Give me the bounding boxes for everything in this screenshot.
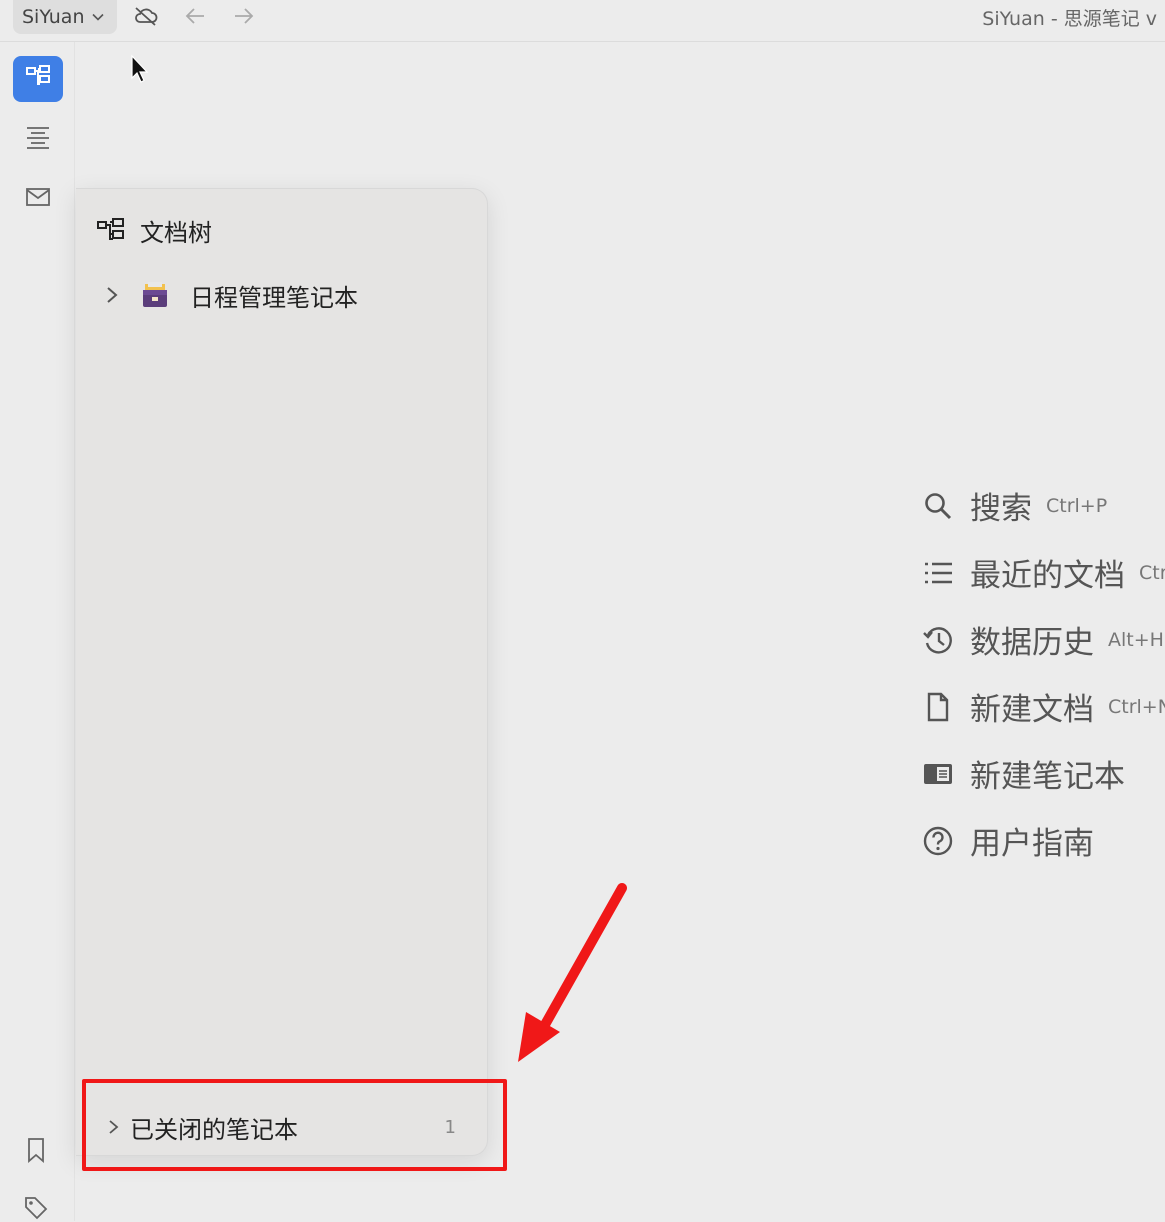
bookmark-icon[interactable] (22, 1136, 50, 1164)
chevron-right-icon[interactable] (104, 285, 124, 305)
tag-icon[interactable] (22, 1194, 50, 1222)
file-tree-icon (96, 215, 128, 247)
notebook-icon (922, 758, 954, 790)
data-history-action-shortcut: Alt+H (1108, 628, 1164, 651)
list-icon (922, 557, 954, 589)
left-dock (0, 42, 75, 1221)
recent-docs-action[interactable]: 最近的文档 Ctr (922, 539, 1165, 606)
quick-actions: 搜索 Ctrl+P 最近的文档 Ctr 数据历史 Alt+H 新建文档 Ctrl… (922, 472, 1165, 874)
new-doc-action-label: 新建文档 (970, 692, 1094, 728)
user-guide-action-label: 用户指南 (970, 826, 1094, 862)
data-history-action-label: 数据历史 (970, 625, 1094, 661)
mouse-cursor-icon (130, 54, 150, 84)
user-guide-action[interactable]: 用户指南 (922, 807, 1165, 874)
file-tree-icon (25, 64, 51, 94)
forward-arrow-icon[interactable] (230, 2, 258, 30)
panel-header: 文档树 (96, 213, 212, 248)
data-history-action[interactable]: 数据历史 Alt+H (922, 606, 1165, 673)
new-notebook-action-label: 新建笔记本 (970, 759, 1125, 795)
panel-title: 文档树 (140, 219, 212, 247)
notebook-label: 日程管理笔记本 (190, 283, 358, 312)
window-title: SiYuan - 思源笔记 v (982, 8, 1157, 30)
cloud-sync-icon[interactable] (132, 2, 160, 30)
title-bar: SiYuan SiYuan - 思源笔记 v (0, 0, 1165, 42)
search-icon (922, 490, 954, 522)
new-doc-action-shortcut: Ctrl+N (1108, 695, 1165, 718)
recent-docs-action-label: 最近的文档 (970, 558, 1125, 594)
search-action-shortcut: Ctrl+P (1046, 494, 1108, 517)
annotation-highlight-box (82, 1079, 507, 1171)
file-tree-panel: 文档树 日程管理笔记本 已关闭的笔记本 1 (76, 188, 488, 1156)
outline-dock-button[interactable] (13, 116, 63, 162)
outline-icon (25, 124, 51, 154)
mail-icon (25, 186, 51, 212)
inbox-dock-button[interactable] (13, 176, 63, 222)
workspace-menu-button[interactable]: SiYuan (13, 0, 117, 34)
search-action-label: 搜索 (970, 491, 1032, 527)
new-doc-action[interactable]: 新建文档 Ctrl+N (922, 673, 1165, 740)
archive-box-icon (140, 279, 172, 311)
notebook-item[interactable]: 日程管理笔记本 (104, 277, 358, 313)
chevron-down-icon (91, 10, 105, 24)
file-icon (922, 691, 954, 723)
file-tree-dock-button[interactable] (13, 56, 63, 102)
recent-docs-action-shortcut: Ctr (1139, 561, 1165, 584)
workspace-label: SiYuan (22, 6, 85, 28)
back-arrow-icon[interactable] (181, 2, 209, 30)
new-notebook-action[interactable]: 新建笔记本 (922, 740, 1165, 807)
history-icon (922, 624, 954, 656)
help-icon (922, 825, 954, 857)
annotation-arrow-icon (518, 883, 627, 1062)
search-action[interactable]: 搜索 Ctrl+P (922, 472, 1165, 539)
